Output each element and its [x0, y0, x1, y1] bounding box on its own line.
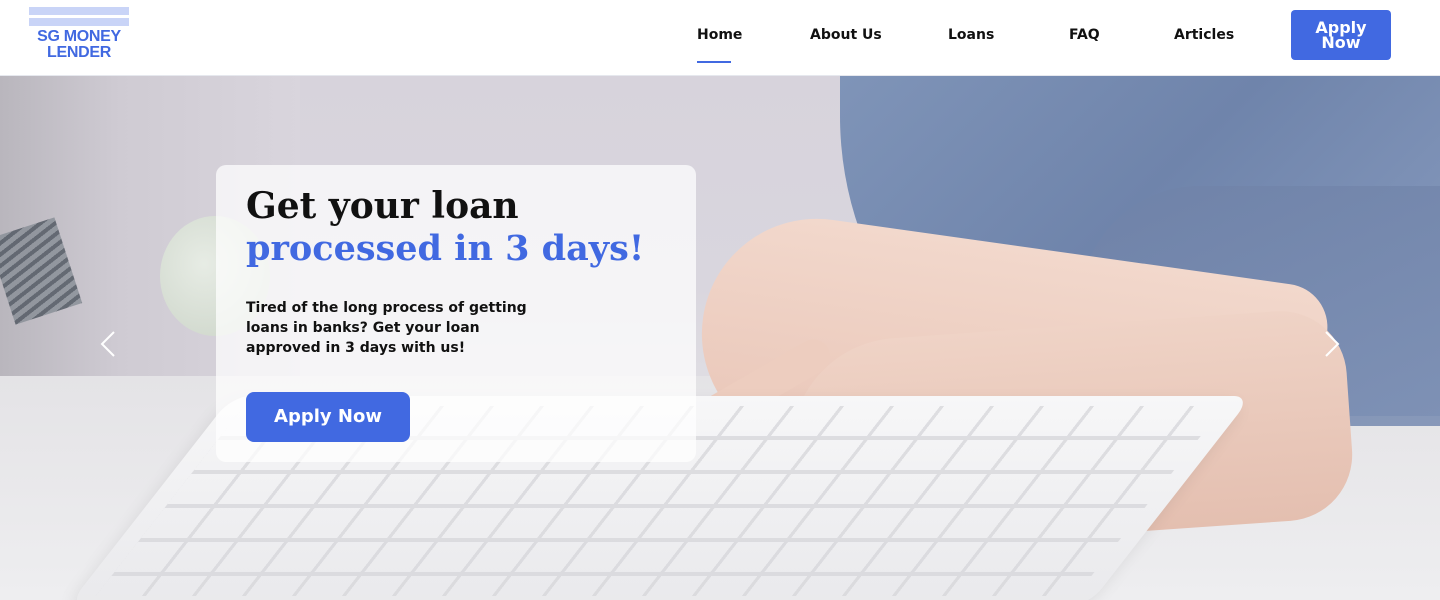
site-header: SG MONEY LENDER Home About Us Loans FAQ … — [0, 0, 1440, 76]
logo-text-line2: LENDER — [47, 44, 111, 61]
logo-bar — [29, 7, 129, 15]
hero-title-line2: processed in 3 days! — [246, 228, 645, 269]
nav-faq[interactable]: FAQ — [1069, 26, 1100, 44]
hero-slider: Get your loan processed in 3 days! Tired… — [0, 76, 1440, 600]
logo-bar — [29, 18, 129, 26]
nav-home[interactable]: Home — [697, 26, 742, 44]
nav-about-us[interactable]: About Us — [810, 26, 882, 44]
slider-next-button[interactable] — [1322, 329, 1342, 359]
nav-articles[interactable]: Articles — [1174, 26, 1234, 44]
header-apply-now-button[interactable]: Apply Now — [1291, 10, 1391, 60]
slider-prev-button[interactable] — [98, 329, 118, 359]
logo-text: SG MONEY LENDER — [29, 29, 129, 61]
nav-active-indicator — [697, 61, 731, 63]
logo[interactable]: SG MONEY LENDER — [29, 7, 129, 65]
hero-apply-now-button[interactable]: Apply Now — [246, 392, 410, 442]
nav-loans[interactable]: Loans — [948, 26, 994, 44]
hero-description: Tired of the long process of getting loa… — [246, 300, 527, 356]
hero-title-line1: Get your loan — [246, 185, 519, 227]
header-apply-label-line2: Now — [1321, 33, 1361, 52]
logo-text-line1: SG MONEY — [37, 28, 121, 45]
chevron-right-icon — [1325, 331, 1340, 357]
hero-card: Get your loan processed in 3 days! Tired… — [216, 165, 696, 462]
chevron-left-icon — [100, 331, 115, 357]
